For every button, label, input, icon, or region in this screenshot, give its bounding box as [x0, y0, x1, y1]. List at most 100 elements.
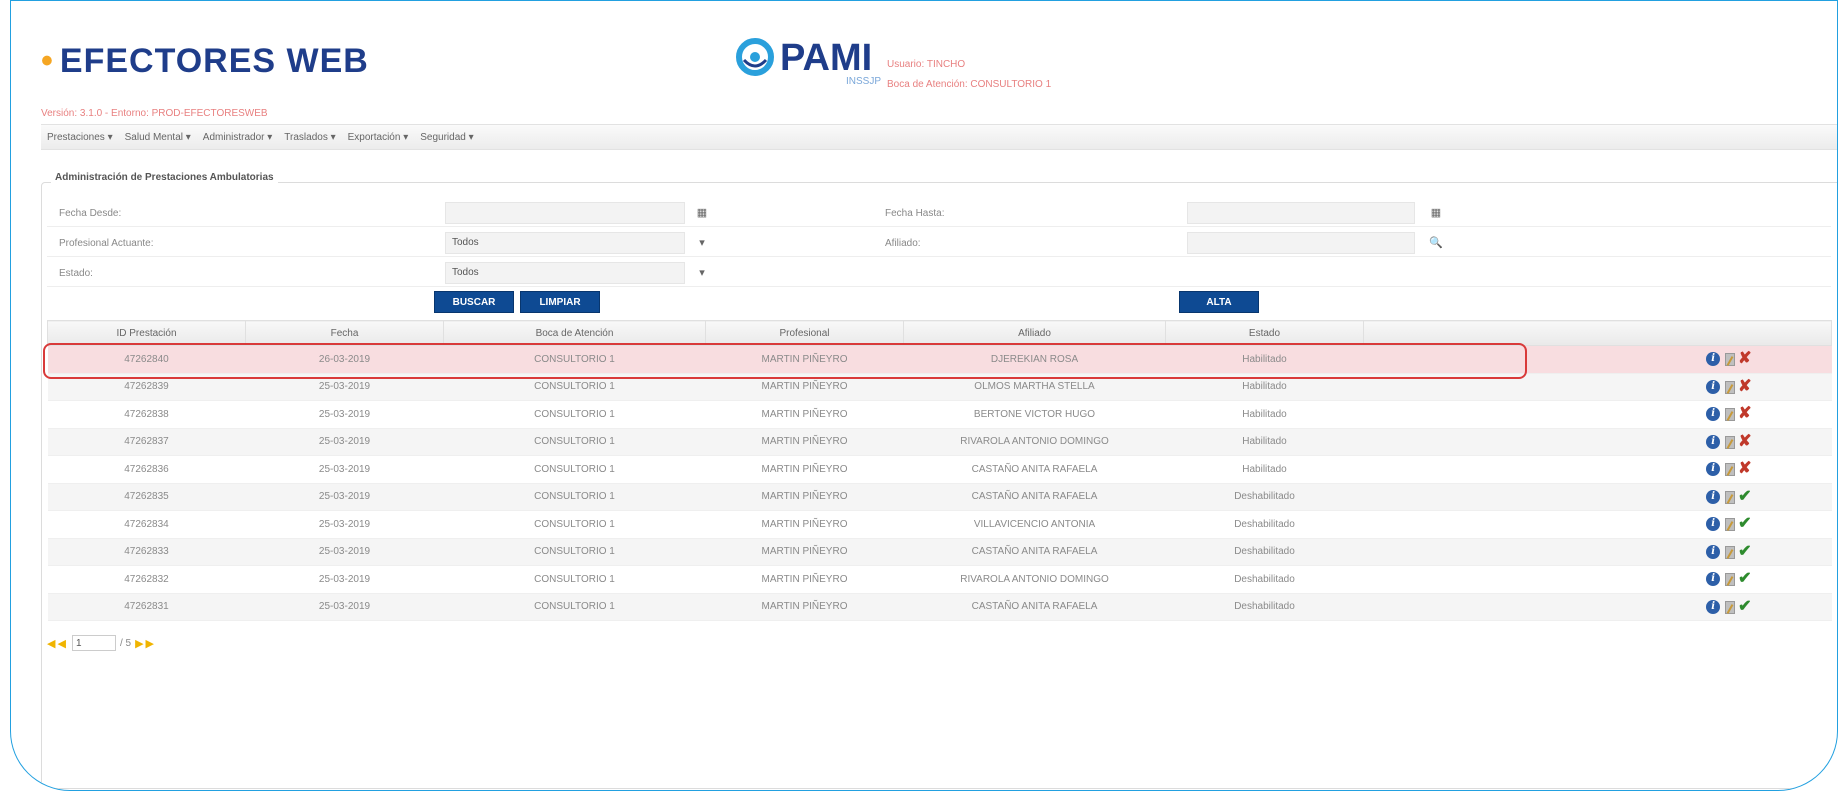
afiliado-label: Afiliado: [885, 238, 921, 249]
page-number-input[interactable] [71, 635, 116, 651]
cell-fecha: 25-03-2019 [245, 593, 444, 621]
cell-profesional: MARTIN PIÑEYRO [705, 428, 904, 456]
form-row-fechas: Fecha Desde: ▦ Fecha Hasta: ▦ [47, 200, 1831, 227]
edit-icon[interactable] [1722, 600, 1736, 614]
info-icon[interactable]: i [1706, 352, 1721, 367]
x-icon[interactable]: ✘ [1738, 351, 1751, 367]
info-icon[interactable]: i [1706, 544, 1721, 559]
table-header: ID Prestación Fecha Boca de Atención Pro… [47, 320, 1832, 346]
check-icon[interactable]: ✔ [1738, 543, 1751, 559]
check-icon[interactable]: ✔ [1738, 488, 1751, 504]
x-icon[interactable]: ✘ [1738, 378, 1751, 394]
menu-administrador[interactable]: Administrador ▾ [197, 132, 279, 143]
cell-fecha: 25-03-2019 [245, 373, 444, 401]
last-page-icon[interactable]: ▶ [146, 637, 154, 650]
cell-afiliado: CASTAÑO ANITA RAFAELA [903, 593, 1166, 621]
cell-id: 47262837 [47, 428, 246, 456]
boca-line: Boca de Atención: CONSULTORIO 1 [887, 79, 1052, 90]
panel-title: Administración de Prestaciones Ambulator… [51, 172, 278, 183]
cell-id: 47262835 [47, 483, 246, 511]
cell-profesional: MARTIN PIÑEYRO [705, 483, 904, 511]
col-estado[interactable]: Estado [1165, 320, 1364, 346]
cell-boca: CONSULTORIO 1 [443, 565, 706, 594]
estado-select[interactable]: Todos [445, 262, 685, 284]
calendar-hasta-icon[interactable]: ▦ [1425, 202, 1447, 224]
x-icon[interactable]: ✘ [1738, 461, 1751, 477]
cell-boca: CONSULTORIO 1 [443, 345, 706, 374]
first-page-icon[interactable]: ◀ [47, 637, 55, 650]
menu-salud-mental[interactable]: Salud Mental ▾ [119, 132, 197, 143]
menu-exportacion[interactable]: Exportación ▾ [342, 132, 415, 143]
cell-fecha: 25-03-2019 [245, 510, 444, 539]
menu-prestaciones[interactable]: Prestaciones ▾ [41, 132, 119, 143]
estado-dropdown-icon[interactable]: ▾ [691, 262, 713, 284]
edit-icon[interactable] [1722, 462, 1736, 477]
prev-page-icon[interactable]: ◀ [57, 637, 65, 650]
menu-seguridad[interactable]: Seguridad ▾ [414, 132, 479, 143]
table-row[interactable]: 47262836 25-03-2019 CONSULTORIO 1 MARTIN PI… [47, 455, 1832, 484]
edit-icon[interactable] [1722, 490, 1736, 504]
table-row[interactable]: 47262837 25-03-2019 CONSULTORIO 1 MARTIN PI… [47, 428, 1832, 456]
col-boca-atencion[interactable]: Boca de Atención [443, 320, 706, 346]
cell-estado: Deshabilitado [1165, 483, 1364, 511]
afiliado-search-icon[interactable]: 🔍 [1425, 232, 1447, 254]
edit-icon[interactable] [1722, 407, 1736, 422]
row-actions: i ✘ [1363, 400, 1832, 429]
table-row[interactable]: 47262840 26-03-2019 CONSULTORIO 1 MARTIN PI… [47, 345, 1832, 374]
check-icon[interactable]: ✔ [1738, 571, 1751, 587]
col-id-prestacion[interactable]: ID Prestación [47, 320, 246, 346]
fecha-hasta-label: Fecha Hasta: [885, 208, 945, 219]
table-row[interactable]: 47262831 25-03-2019 CONSULTORIO 1 MARTIN PI… [47, 593, 1832, 621]
table-row[interactable]: 47262838 25-03-2019 CONSULTORIO 1 MARTIN PI… [47, 400, 1832, 429]
cell-id: 47262840 [47, 345, 246, 374]
info-icon[interactable]: i [1706, 462, 1721, 477]
buscar-button[interactable]: BUSCAR [434, 291, 514, 313]
info-icon[interactable]: i [1706, 407, 1721, 422]
table-row[interactable]: 47262834 25-03-2019 CONSULTORIO 1 MARTIN PI… [47, 510, 1832, 539]
cell-profesional: MARTIN PIÑEYRO [705, 565, 904, 594]
edit-icon[interactable] [1722, 380, 1736, 394]
edit-icon[interactable] [1722, 435, 1736, 449]
check-icon[interactable]: ✔ [1738, 598, 1751, 614]
cell-estado: Habilitado [1165, 400, 1364, 429]
edit-icon[interactable] [1722, 545, 1736, 559]
col-afiliado[interactable]: Afiliado [903, 320, 1166, 346]
next-page-icon[interactable]: ▶ [135, 637, 143, 650]
pami-emblem-icon [736, 38, 774, 76]
table-row[interactable]: 47262839 25-03-2019 CONSULTORIO 1 MARTIN PI… [47, 373, 1832, 401]
alta-button[interactable]: ALTA [1179, 291, 1259, 313]
info-icon[interactable]: i [1706, 599, 1721, 614]
profesional-dropdown-icon[interactable]: ▾ [691, 232, 713, 254]
info-icon[interactable]: i [1706, 379, 1721, 394]
info-icon[interactable]: i [1706, 434, 1721, 449]
info-icon[interactable]: i [1706, 489, 1721, 504]
brand-logo: • EFECTORES WEB [41, 42, 369, 81]
cell-estado: Habilitado [1165, 455, 1364, 484]
fecha-desde-input[interactable] [445, 202, 685, 224]
row-actions: i ✔ [1363, 483, 1832, 511]
x-icon[interactable]: ✘ [1738, 406, 1751, 422]
edit-icon[interactable] [1722, 352, 1736, 367]
calendar-desde-icon[interactable]: ▦ [691, 202, 713, 224]
cell-estado: Habilitado [1165, 345, 1364, 374]
limpiar-button[interactable]: LIMPIAR [520, 291, 600, 313]
check-icon[interactable]: ✔ [1738, 516, 1751, 532]
afiliado-input[interactable] [1187, 232, 1415, 254]
profesional-select[interactable]: Todos [445, 232, 685, 254]
cell-profesional: MARTIN PIÑEYRO [705, 538, 904, 566]
pami-name: PAMI [780, 37, 873, 79]
x-icon[interactable]: ✘ [1738, 433, 1751, 449]
cell-estado: Deshabilitado [1165, 593, 1364, 621]
table-row[interactable]: 47262835 25-03-2019 CONSULTORIO 1 MARTIN PI… [47, 483, 1832, 511]
edit-icon[interactable] [1722, 517, 1736, 532]
col-profesional[interactable]: Profesional [705, 320, 904, 346]
table-row[interactable]: 47262833 25-03-2019 CONSULTORIO 1 MARTIN PI… [47, 538, 1832, 566]
menu-traslados[interactable]: Traslados ▾ [278, 132, 341, 143]
info-icon[interactable]: i [1706, 517, 1721, 532]
fecha-hasta-input[interactable] [1187, 202, 1415, 224]
col-fecha[interactable]: Fecha [245, 320, 444, 346]
info-icon[interactable]: i [1706, 572, 1721, 587]
edit-icon[interactable] [1722, 572, 1736, 587]
table-row[interactable]: 47262832 25-03-2019 CONSULTORIO 1 MARTIN PI… [47, 565, 1832, 594]
estado-label: Estado: [59, 268, 93, 279]
